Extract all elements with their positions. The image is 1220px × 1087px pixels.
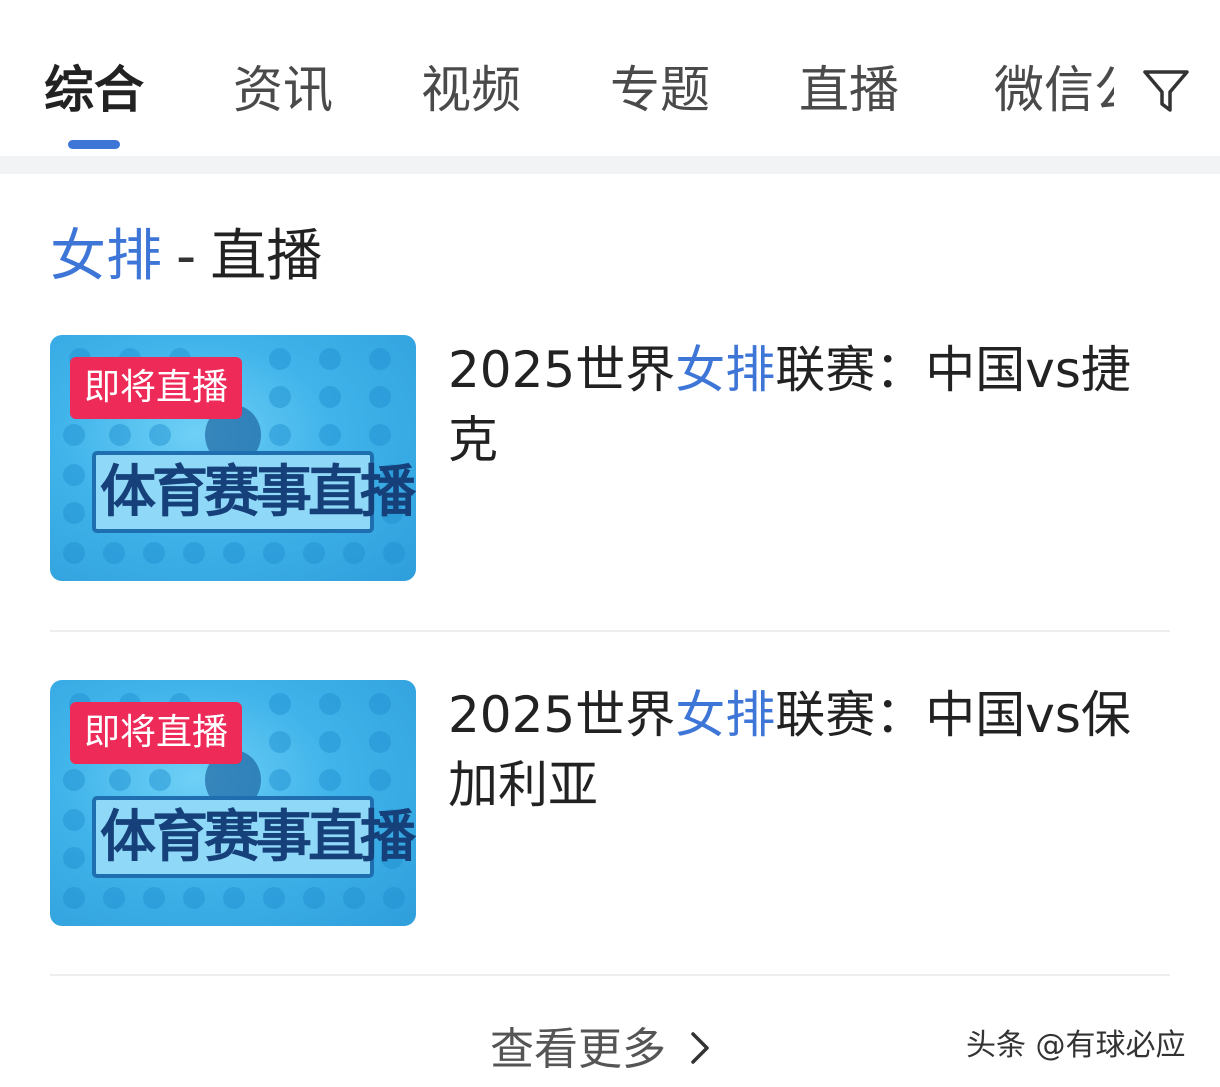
section-title[interactable]: 女排 - 直播 (50, 222, 322, 292)
live-item[interactable]: 即将直播 体育赛事直播 2025世界女排联赛：中国vs保加利亚 (50, 680, 1170, 930)
active-tab-indicator (68, 140, 120, 149)
upcoming-live-badge: 即将直播 (70, 702, 243, 764)
section-divider (0, 156, 1220, 174)
tab-live[interactable]: 直播 (799, 58, 899, 122)
section-title-rest: 直播 (210, 224, 323, 289)
tab-topic[interactable]: 专题 (610, 58, 710, 122)
title-prefix: 2025世界 (448, 341, 676, 399)
see-more-link[interactable]: 查看更多 (490, 1020, 720, 1080)
live-thumbnail[interactable]: 即将直播 体育赛事直播 (50, 335, 416, 581)
tab-video[interactable]: 视频 (421, 58, 521, 122)
tab-news[interactable]: 资讯 (233, 58, 333, 122)
title-keyword: 女排 (675, 686, 776, 744)
title-keyword: 女排 (675, 341, 776, 399)
banner-text: 体育赛事直播 (100, 460, 416, 525)
filter-icon[interactable] (1140, 64, 1192, 116)
live-item[interactable]: 即将直播 体育赛事直播 2025世界女排联赛：中国vs捷克 (50, 335, 1170, 585)
see-more-label: 查看更多 (490, 1024, 666, 1075)
row-divider (50, 974, 1170, 976)
title-prefix: 2025世界 (448, 686, 676, 744)
tab-clip: 微信公 (988, 50, 1114, 130)
tab-wechat[interactable]: 微信公 (994, 58, 1114, 122)
chevron-right-icon (691, 1032, 709, 1064)
watermark: 头条 @有球必应 (966, 1028, 1186, 1063)
live-item-title[interactable]: 2025世界女排联赛：中国vs捷克 (448, 335, 1158, 475)
live-item-title[interactable]: 2025世界女排联赛：中国vs保加利亚 (448, 680, 1158, 820)
upcoming-live-badge: 即将直播 (70, 357, 243, 419)
banner-text: 体育赛事直播 (100, 805, 416, 870)
row-divider (50, 630, 1170, 632)
tab-bar: 综合 资讯 视频 专题 直播 微信公 (0, 0, 1220, 156)
live-thumbnail[interactable]: 即将直播 体育赛事直播 (50, 680, 416, 926)
tab-comprehensive[interactable]: 综合 (44, 58, 144, 122)
section-title-separator: - (176, 224, 197, 289)
section-title-keyword: 女排 (50, 224, 162, 289)
